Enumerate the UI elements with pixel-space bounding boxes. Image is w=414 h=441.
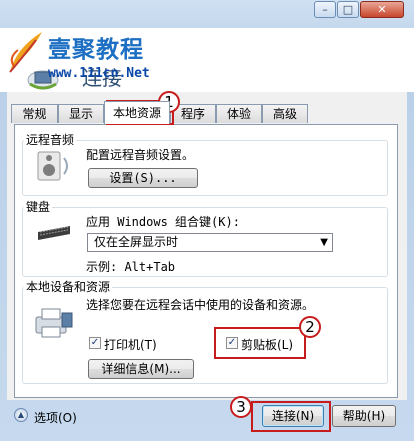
watermark-url: www.111cn.Net (48, 66, 150, 81)
title-bar: – □ ✕ (0, 0, 414, 28)
annotation-badge-3: 3 (230, 396, 252, 418)
printer-checkbox[interactable]: ✓ (89, 337, 101, 349)
windows-keys-dropdown[interactable]: 仅在全屏显示时 ▼ (87, 233, 333, 252)
tab-advanced[interactable]: 高级 (262, 104, 308, 123)
keyboard-label: 键盘 (24, 198, 53, 215)
local-devices-label: 本地设备和资源 (24, 278, 113, 295)
remote-audio-label: 远程音频 (24, 131, 77, 148)
minimize-button[interactable]: – (314, 1, 336, 18)
help-button[interactable]: 帮助(H) (332, 405, 396, 427)
watermark-logo: 壹聚教程 www.111cn.Net (2, 28, 162, 90)
options-toggle[interactable]: 选项(O) (34, 409, 77, 426)
tab-local-resources[interactable]: 本地资源 (104, 101, 170, 124)
remote-audio-group (22, 140, 388, 196)
feather-logo-icon (9, 32, 42, 73)
annotation-box-clipboard (214, 327, 306, 359)
watermark-brand: 壹聚教程 (48, 36, 144, 63)
annotation-box-connect (251, 401, 331, 432)
dropdown-arrow-icon: ▼ (320, 237, 328, 248)
keyboard-example: 示例: Alt+Tab (86, 260, 176, 274)
tab-general[interactable]: 常规 (11, 104, 58, 123)
keyboard-description: 应用 Windows 组合键(K): (86, 215, 240, 229)
details-button[interactable]: 详细信息(M)... (88, 359, 194, 379)
annotation-badge-2: 2 (299, 316, 321, 338)
printer-devices-icon (35, 308, 73, 338)
printer-checkbox-label[interactable]: 打印机(T) (104, 336, 157, 353)
options-chevron-icon[interactable]: ▲ (14, 408, 28, 422)
local-devices-description: 选择您要在远程会话中使用的设备和资源。 (86, 298, 315, 312)
tab-experience[interactable]: 体验 (216, 104, 262, 123)
keyboard-icon (38, 226, 70, 240)
maximize-button[interactable]: □ (337, 1, 359, 18)
remote-audio-description: 配置远程音频设置。 (86, 148, 195, 162)
dialog-header: 连接 壹聚教程 www.111cn.Net (0, 28, 414, 92)
dropdown-selected-value: 仅在全屏显示时 (94, 235, 179, 249)
close-button[interactable]: ✕ (360, 1, 404, 18)
audio-settings-button[interactable]: 设置(S)... (88, 168, 198, 188)
tab-display[interactable]: 显示 (58, 104, 104, 123)
speaker-icon (37, 151, 68, 181)
